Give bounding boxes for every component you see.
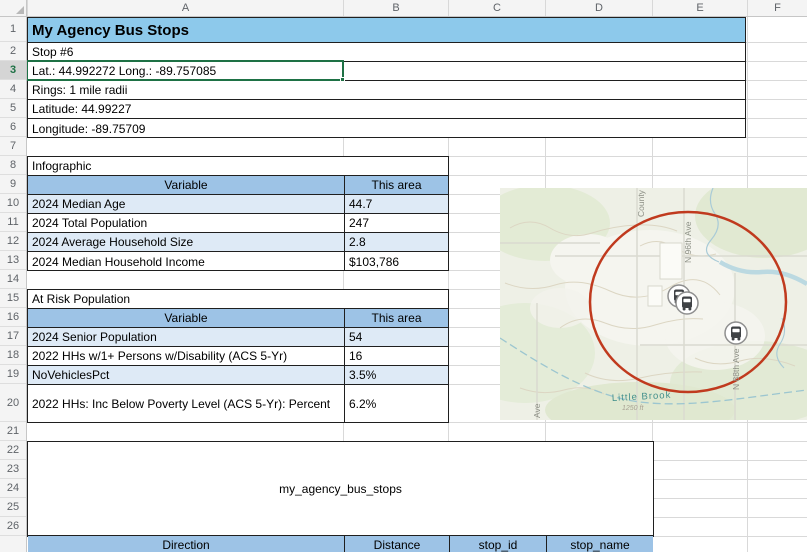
column-header-F[interactable]: F — [747, 0, 807, 16]
spreadsheet: My Agency Bus Stops Stop #6 Lat.: 44.992… — [0, 0, 807, 552]
row-header-4[interactable]: 4 — [0, 80, 26, 99]
road-label-county: County — [636, 189, 646, 217]
infographic-header-thisarea[interactable]: This area — [344, 176, 448, 194]
infographic-header-row: Variable This area — [28, 176, 448, 195]
header-direction[interactable]: Direction — [28, 536, 344, 552]
row-header-bar: 1 2 3 4 5 6 7 8 9 10 11 12 13 14 15 16 17 18 19 20 21 22 23 24 2… — [0, 17, 27, 552]
row-header-24[interactable]: 24 — [0, 479, 26, 498]
bus-stop-marker-east[interactable] — [724, 321, 748, 345]
row-header-7[interactable]: 7 — [0, 137, 26, 156]
row-header-20[interactable]: 20 — [0, 384, 26, 422]
header-block: My Agency Bus Stops Stop #6 Lat.: 44.992… — [27, 17, 746, 138]
value-cell[interactable]: $103,786 — [344, 252, 448, 271]
row-header-16[interactable]: 16 — [0, 308, 26, 327]
road-label-88th-ave: N 88th Ave — [731, 348, 741, 390]
variable-cell[interactable]: 2024 Total Population — [28, 214, 344, 232]
table-row: 2024 Total Population 247 — [28, 214, 448, 233]
value-cell[interactable]: 44.7 — [344, 195, 448, 213]
stop-cell[interactable]: Stop #6 — [28, 43, 745, 62]
table-row: 2024 Senior Population 54 — [28, 328, 448, 347]
row-header-12[interactable]: 12 — [0, 232, 26, 251]
row-header-17[interactable]: 17 — [0, 327, 26, 346]
column-header-bar: ABCDEF — [0, 0, 807, 17]
at-risk-title-cell[interactable]: At Risk Population — [28, 290, 448, 309]
at-risk-header-thisarea[interactable]: This area — [344, 309, 448, 327]
header-stop-id[interactable]: stop_id — [449, 536, 546, 552]
variable-cell[interactable]: 2024 Median Household Income — [28, 252, 344, 271]
table-row: 2022 HHs: Inc Below Poverty Level (ACS 5… — [28, 385, 448, 423]
row-header-1[interactable]: 1 — [0, 17, 26, 42]
column-header-B[interactable]: B — [343, 0, 448, 16]
row-header-9[interactable]: 9 — [0, 175, 26, 194]
longitude-cell[interactable]: Longitude: -89.75709 — [28, 119, 745, 138]
table-row: 2024 Median Age 44.7 — [28, 195, 448, 214]
row-header-8[interactable]: 8 — [0, 156, 26, 175]
at-risk-header-row: Variable This area — [28, 309, 448, 328]
variable-cell[interactable]: 2024 Median Age — [28, 195, 344, 213]
infographic-table: Infographic Variable This area 2024 Medi… — [27, 156, 449, 271]
road-label-96th-ave: N 96th Ave — [683, 221, 693, 263]
at-risk-table: At Risk Population Variable This area 20… — [27, 289, 449, 423]
select-all-icon — [16, 6, 24, 14]
row-header-15[interactable]: 15 — [0, 289, 26, 308]
map-image[interactable]: County N 96th Ave N 88th Ave Ave Little … — [500, 188, 807, 420]
row-header-6[interactable]: 6 — [0, 118, 26, 137]
row-header-5[interactable]: 5 — [0, 99, 26, 118]
row-header-18[interactable]: 18 — [0, 346, 26, 365]
infographic-header-variable[interactable]: Variable — [28, 176, 344, 194]
latitude-cell[interactable]: Latitude: 44.99227 — [28, 100, 745, 119]
header-stop-name[interactable]: stop_name — [546, 536, 653, 552]
column-header-E[interactable]: E — [652, 0, 747, 16]
row-header-26[interactable]: 26 — [0, 517, 26, 536]
table-row: 2024 Average Household Size 2.8 — [28, 233, 448, 252]
row-header-10[interactable]: 10 — [0, 194, 26, 213]
elevation-label: 1250 ft — [622, 405, 644, 412]
header-distance[interactable]: Distance — [344, 536, 449, 552]
sheet-title-cell[interactable]: My Agency Bus Stops — [28, 18, 745, 43]
select-all-button[interactable] — [0, 0, 27, 17]
infographic-title-cell[interactable]: Infographic — [28, 157, 448, 176]
column-header-D[interactable]: D — [545, 0, 652, 16]
variable-cell[interactable]: 2024 Senior Population — [28, 328, 344, 346]
bus-stops-table: my_agency_bus_stops Direction Distance s… — [27, 441, 654, 552]
value-cell[interactable]: 6.2% — [344, 385, 448, 423]
value-cell[interactable]: 16 — [344, 347, 448, 365]
bus-stop-marker-center[interactable] — [675, 291, 699, 315]
variable-cell[interactable]: 2022 HHs w/1+ Persons w/Disability (ACS … — [28, 347, 344, 365]
bus-stops-title-cell[interactable]: my_agency_bus_stops — [28, 442, 653, 536]
value-cell[interactable]: 247 — [344, 214, 448, 232]
variable-cell[interactable]: 2024 Average Household Size — [28, 233, 344, 251]
row-header-3[interactable]: 3 — [0, 61, 26, 80]
row-header-25[interactable]: 25 — [0, 498, 26, 517]
rings-cell[interactable]: Rings: 1 mile radii — [28, 81, 745, 100]
variable-cell[interactable]: 2022 HHs: Inc Below Poverty Level (ACS 5… — [28, 385, 344, 423]
table-row: 2024 Median Household Income $103,786 — [28, 252, 448, 271]
row-header-2[interactable]: 2 — [0, 42, 26, 61]
value-cell[interactable]: 54 — [344, 328, 448, 346]
row-header-23[interactable]: 23 — [0, 460, 26, 479]
value-cell[interactable]: 2.8 — [344, 233, 448, 251]
row-header-13[interactable]: 13 — [0, 251, 26, 270]
row-header-11[interactable]: 11 — [0, 213, 26, 232]
row-header-21[interactable]: 21 — [0, 422, 26, 441]
row-header-14[interactable]: 14 — [0, 270, 26, 289]
variable-cell[interactable]: NoVehiclesPct — [28, 366, 344, 384]
value-cell[interactable]: 3.5% — [344, 366, 448, 384]
column-header-A[interactable]: A — [27, 0, 343, 16]
road-label-ave: Ave — [532, 403, 542, 418]
column-header-C[interactable]: C — [448, 0, 545, 16]
table-row: NoVehiclesPct 3.5% — [28, 366, 448, 385]
table-row: 2022 HHs w/1+ Persons w/Disability (ACS … — [28, 347, 448, 366]
row-header-22[interactable]: 22 — [0, 441, 26, 460]
row-header-19[interactable]: 19 — [0, 365, 26, 384]
bus-stops-header-row: Direction Distance stop_id stop_name — [28, 536, 653, 552]
at-risk-header-variable[interactable]: Variable — [28, 309, 344, 327]
latlong-cell[interactable]: Lat.: 44.992272 Long.: -89.757085 — [28, 62, 745, 81]
